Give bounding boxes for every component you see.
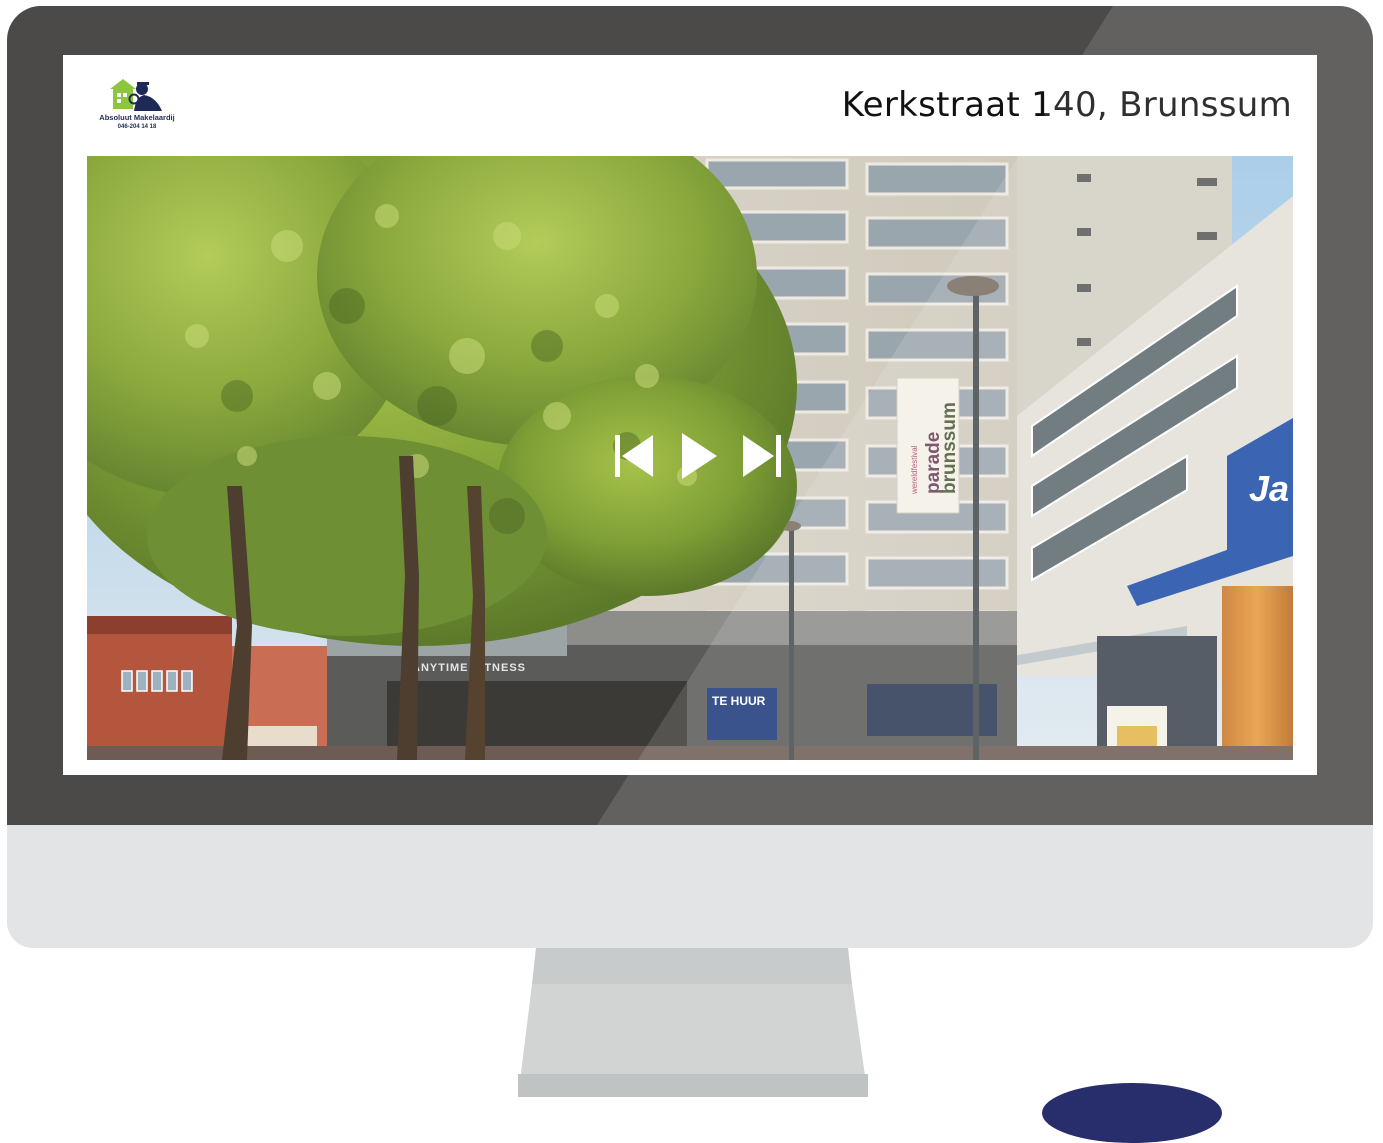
svg-text:ANYTIME FITNESS: ANYTIME FITNESS [412, 662, 526, 674]
svg-text:TE HUUR: TE HUUR [712, 694, 766, 708]
listing-title: Kerkstraat 140, Brunssum [841, 85, 1292, 125]
slideshow-photo[interactable]: Ja TE HUUR ANYTIME FITNESS parade brunss… [87, 156, 1293, 760]
monitor-chin [7, 825, 1373, 948]
website-screen: Absoluut Makelaardij 046-204 14 18 Kerks… [63, 55, 1317, 775]
monitor-stand [518, 948, 868, 1097]
svg-text:wereldfestival: wereldfestival [910, 445, 919, 495]
slideshow-controls [613, 431, 783, 481]
brand-name: Absoluut Makelaardij [99, 113, 175, 122]
next-button[interactable] [739, 431, 783, 481]
play-button[interactable] [679, 431, 719, 481]
brand-phone: 046-204 14 18 [117, 124, 157, 130]
skip-next-icon [743, 435, 781, 477]
svg-text:brunssum: brunssum [939, 402, 960, 494]
previous-button[interactable] [613, 431, 657, 481]
site-header: Absoluut Makelaardij 046-204 14 18 Kerks… [63, 55, 1317, 156]
svg-text:Ja: Ja [1249, 468, 1289, 509]
house-detective-icon [110, 79, 162, 111]
play-icon [682, 433, 717, 479]
brand-logo[interactable]: Absoluut Makelaardij 046-204 14 18 [90, 77, 184, 139]
skip-previous-icon [615, 435, 653, 477]
chat-widget-button[interactable] [1042, 1083, 1222, 1143]
